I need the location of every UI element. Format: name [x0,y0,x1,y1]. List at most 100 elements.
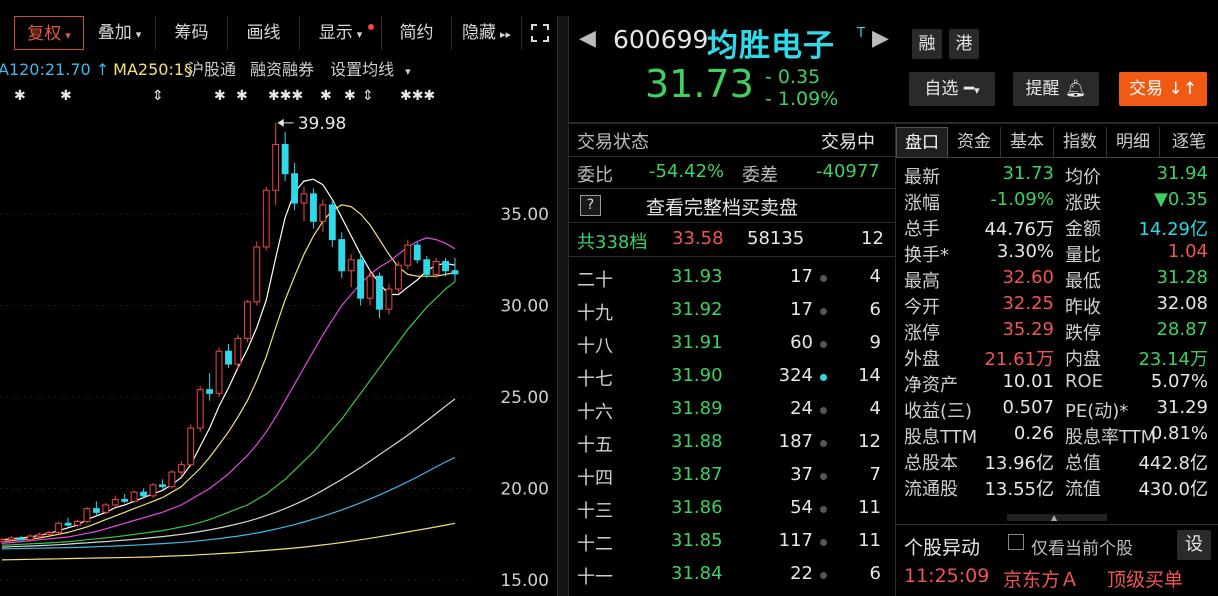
event-marker-icon[interactable]: ✱ [236,88,248,104]
event-markers: ✱ ✱ ⇕ ✱ ✱ ✱✱✱ ✱ ✱ ⇕ ✱✱✱ [0,88,557,110]
stat-value: 21.61万 [984,349,1054,370]
tab-capital[interactable]: 资金 [948,127,1001,157]
stat-label: 金额 [1065,219,1101,240]
simple-mode-label: 简约 [399,23,434,43]
y-tick-label: 25.00 [500,388,549,408]
level-price: 31.92 [671,299,723,320]
panel-splitter[interactable] [557,16,569,596]
stat-label: 总手 [904,219,940,240]
event-marker-icon[interactable]: ⇕ [362,88,374,104]
fuquan-dropdown[interactable]: 复权 ▾ [14,16,84,50]
order-dot-icon [820,440,827,447]
order-book-row[interactable]: 十五 31.88 187 12 [575,426,891,459]
overlay-dropdown[interactable]: 叠加 ▾ [84,16,156,50]
order-book-row[interactable]: 十二 31.85 117 11 [575,525,891,558]
order-book-row[interactable]: 二十 31.93 17 4 [575,261,891,294]
chevron-down-icon: ▾ [405,65,411,78]
stat-label: 内盘 [1065,349,1101,370]
trade-label: 交易 [1129,79,1164,99]
movers-settings-button[interactable]: 设 [1177,530,1211,560]
ma-settings-dropdown[interactable]: 设置均线 ▾ [330,60,417,79]
tab-index[interactable]: 指数 [1054,127,1107,157]
mover-stock[interactable]: 京东方Ａ [1003,565,1079,592]
trade-button[interactable]: 交易 ↓↑ [1119,72,1207,106]
level-label: 十二 [577,534,613,555]
level-volume: 60 [790,332,813,353]
ma120-value: A120:21.70 ↑ [0,60,110,79]
order-book-row[interactable]: 十七 31.90 324 14 [575,360,891,393]
order-book-row[interactable]: 十九 31.92 17 6 [575,294,891,327]
level-volume: 17 [790,299,813,320]
level-count: 9 [869,332,881,353]
stat-value: 44.76万 [984,219,1054,240]
candle-body [102,504,110,513]
level-volume: 324 [778,365,813,386]
stat-value: 13.55亿 [984,479,1054,500]
tab-pankou[interactable]: 盘口 [896,127,948,157]
kline-chart-panel[interactable]: 复权 ▾ 叠加 ▾ 筹码 画线 显示 ▾ 简约 隐藏 ▸▸ A120:21.70 ↑ MA… [0,0,557,596]
stat-value: 31.29 [1156,397,1208,418]
candle-body [310,193,317,222]
full-book-link[interactable]: 查看完整档买卖盘 [646,193,798,220]
event-marker-icon[interactable]: ✱ [344,88,356,104]
tab-basic[interactable]: 基本 [1001,127,1054,157]
only-current-checkbox[interactable] [1008,534,1024,550]
stat-label: 最新 [904,167,940,188]
order-dot-icon [820,539,827,546]
collapse-handle[interactable]: ▲ [1007,514,1107,522]
event-marker-icon[interactable]: ✱ [14,88,26,104]
candle-body [338,239,346,272]
prev-stock-icon[interactable]: ◀ [579,26,596,51]
candle-body [404,244,412,266]
stat-label: 流通股 [904,479,958,500]
event-marker-icon[interactable]: ✱ [214,88,226,104]
margin-tag[interactable]: 融 [912,29,942,59]
event-marker-icon[interactable]: ✱ [60,88,72,104]
level-volume: 17 [790,266,813,287]
tab-detail[interactable]: 明细 [1107,127,1160,157]
stat-label: 量比 [1065,245,1101,266]
stock-code: 600699 [613,25,709,54]
expand-icon [530,24,549,42]
display-dropdown[interactable]: 显示 ▾ [300,16,382,50]
stat-value: 31.73 [1002,163,1054,184]
stat-value: 430.0亿 [1138,479,1208,500]
stat-value: 32.25 [1002,293,1054,314]
event-marker-icon[interactable]: ✱✱✱ [268,88,303,104]
hgt-link[interactable]: 沪股通 [188,60,236,79]
candle-body [253,246,261,303]
stat-label: 换手* [904,245,949,266]
level-count: 11 [858,530,881,551]
divider [569,256,895,257]
watchlist-dropdown[interactable]: 自选 ━▾ [909,72,995,106]
stock-name[interactable]: 均胜电子 [707,20,835,65]
event-marker-icon[interactable]: ✱ [320,88,332,104]
draw-line-button[interactable]: 画线 [228,16,300,50]
event-marker-icon[interactable]: ✱✱✱ [400,88,435,104]
order-book-row[interactable]: 十四 31.87 37 7 [575,459,891,492]
candlestick-chart[interactable]: 35.00 30.00 25.00 20.00 15.00 39.98 [0,110,557,596]
order-book-row[interactable]: 十一 31.84 22 6 [575,558,891,591]
next-stock-icon[interactable]: ▶ [872,26,889,51]
book-depth-label: 共338档 [577,232,648,253]
level-volume: 24 [790,398,813,419]
event-marker-icon[interactable]: ⇕ [152,88,164,104]
help-icon[interactable]: ? [580,195,601,216]
level-price: 31.93 [671,266,723,287]
candle-body [451,270,459,275]
level-label: 十七 [577,369,613,390]
order-dot-icon [820,308,827,315]
order-book-row[interactable]: 十六 31.89 24 4 [575,393,891,426]
price-change: - 0.35 [765,66,821,88]
order-book-row[interactable]: 十八 31.91 60 9 [575,327,891,360]
margin-trading-link[interactable]: 融资融券 [250,60,314,79]
chips-button[interactable]: 筹码 [156,16,228,50]
expand-button[interactable] [522,16,557,50]
alert-button[interactable]: 提醒 🔔︎ [1013,72,1099,106]
candle-body [423,259,431,275]
order-book-row[interactable]: 十三 31.86 54 11 [575,492,891,525]
simple-mode-button[interactable]: 简约 [382,16,452,50]
hide-button[interactable]: 隐藏 ▸▸ [452,16,522,50]
tab-tick[interactable]: 逐笔 [1160,127,1218,157]
hk-connect-tag[interactable]: 港 [949,29,979,59]
